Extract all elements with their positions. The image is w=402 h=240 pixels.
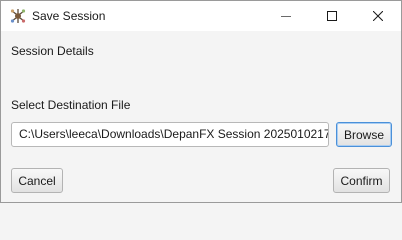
close-button[interactable] <box>355 1 401 31</box>
title-bar: Save Session <box>1 1 401 31</box>
maximize-icon <box>327 11 337 21</box>
maximize-button[interactable] <box>309 1 355 31</box>
section-title: Session Details <box>11 44 94 58</box>
cancel-button[interactable]: Cancel <box>11 168 63 193</box>
save-session-dialog: Save Session Session Details Select Dest… <box>0 0 402 203</box>
browse-button[interactable]: Browse <box>336 122 392 147</box>
confirm-button[interactable]: Confirm <box>333 168 390 193</box>
minimize-button[interactable] <box>263 1 309 31</box>
window-title: Save Session <box>32 9 106 23</box>
minimize-icon <box>281 16 291 17</box>
destination-label: Select Destination File <box>11 98 131 112</box>
destination-file-input[interactable]: C:\Users\leeca\Downloads\DepanFX Session… <box>11 122 329 147</box>
app-icon <box>10 8 26 24</box>
close-icon <box>373 11 383 21</box>
